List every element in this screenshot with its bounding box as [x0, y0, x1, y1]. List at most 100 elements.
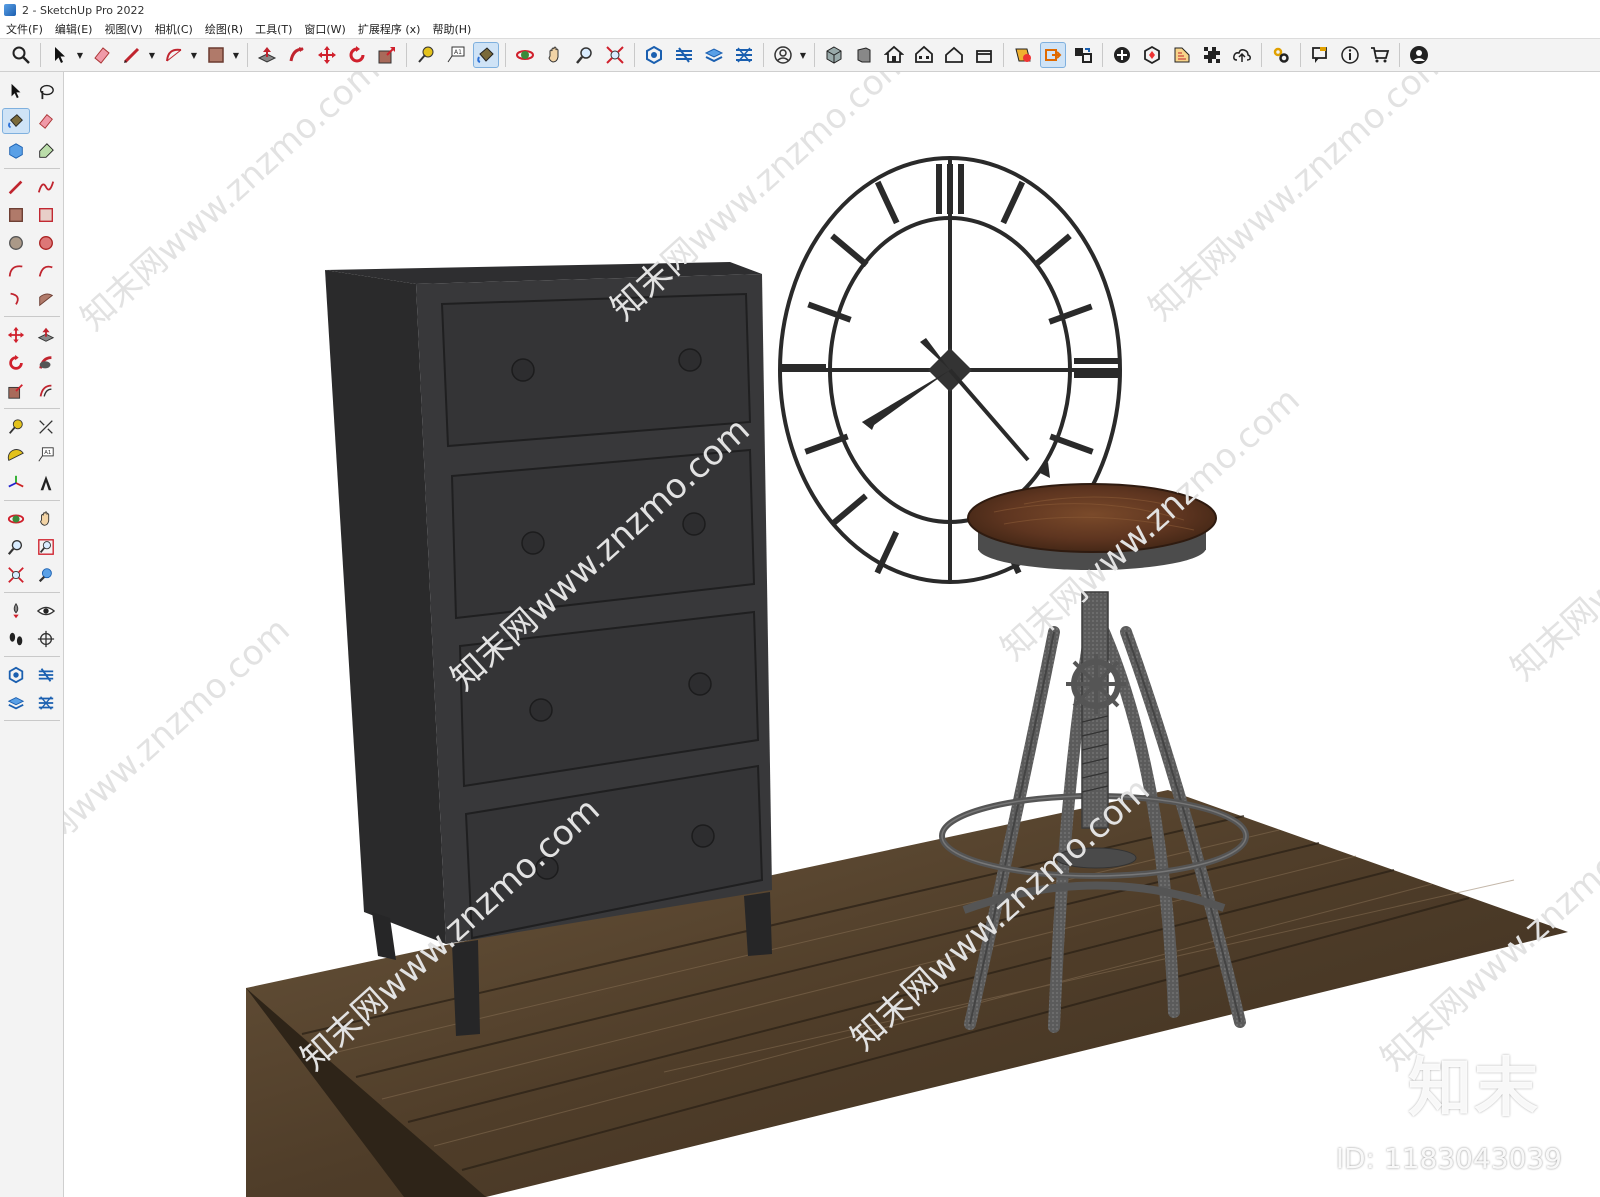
dimension-icon[interactable] [32, 414, 60, 440]
paint-bucket-icon[interactable] [473, 42, 499, 68]
eraser-icon[interactable] [89, 42, 115, 68]
settings-gears-icon[interactable] [1268, 42, 1294, 68]
zoom-extents-icon[interactable] [602, 42, 628, 68]
lasso-select-icon[interactable] [32, 78, 60, 104]
pie-icon[interactable] [32, 286, 60, 312]
section-plane-icon[interactable] [1010, 42, 1036, 68]
component-replace-icon[interactable] [1070, 42, 1096, 68]
look-around-eye-icon[interactable] [32, 598, 60, 624]
line-icon[interactable] [2, 174, 30, 200]
3d-warehouse-icon[interactable] [641, 42, 667, 68]
profile-icon[interactable] [1406, 42, 1432, 68]
orbit-icon[interactable] [512, 42, 538, 68]
text-label-icon[interactable]: A1 [32, 442, 60, 468]
layout-icon[interactable] [701, 42, 727, 68]
dresser-drawer[interactable] [440, 292, 752, 448]
component-icon[interactable] [1040, 42, 1066, 68]
menu-help[interactable]: 帮助(H) [426, 21, 477, 37]
zoom-window-icon[interactable] [32, 534, 60, 560]
scale-icon[interactable] [374, 42, 400, 68]
arc-icon[interactable] [2, 258, 30, 284]
menu-camera[interactable]: 相机(C) [149, 21, 199, 37]
polygon-icon[interactable] [32, 230, 60, 256]
comment-icon[interactable] [1307, 42, 1333, 68]
tape-measure-icon[interactable] [413, 42, 439, 68]
move-icon[interactable] [314, 42, 340, 68]
rotated-rectangle-icon[interactable] [32, 202, 60, 228]
zoom-icon[interactable] [2, 534, 30, 560]
tag-icon[interactable] [32, 138, 60, 164]
account-icon[interactable] [770, 42, 796, 68]
extension-warehouse-icon[interactable] [32, 662, 60, 688]
menu-draw[interactable]: 绘图(R) [199, 21, 249, 37]
axes-icon[interactable] [2, 470, 30, 496]
three-point-arc-icon[interactable] [2, 286, 30, 312]
classifier-icon[interactable] [1139, 42, 1165, 68]
left-view-icon[interactable] [941, 42, 967, 68]
protractor-icon[interactable] [2, 442, 30, 468]
circle-icon[interactable] [2, 230, 30, 256]
front-view-icon[interactable] [851, 42, 877, 68]
menu-tools[interactable]: 工具(T) [249, 21, 298, 37]
scene-canvas[interactable]: 知末网www.znzmo.com 知末网www.znzmo.com 知末网www… [64, 72, 1600, 1197]
sandbox-icon[interactable] [1199, 42, 1225, 68]
menu-edit[interactable]: 编辑(E) [49, 21, 99, 37]
menu-extensions[interactable]: 扩展程序 (x) [352, 21, 427, 37]
select-arrow-icon[interactable] [47, 42, 73, 68]
make-component-icon[interactable] [2, 138, 30, 164]
search-icon[interactable] [8, 42, 34, 68]
3d-warehouse-icon[interactable] [2, 662, 30, 688]
rectangle-icon[interactable] [2, 202, 30, 228]
zoom-icon[interactable] [572, 42, 598, 68]
style-builder-icon[interactable] [32, 690, 60, 716]
freehand-icon[interactable] [32, 174, 60, 200]
upload-cloud-icon[interactable] [1229, 42, 1255, 68]
text-label-icon[interactable]: A1 [443, 42, 469, 68]
push-pull-icon[interactable] [32, 322, 60, 348]
menu-file[interactable]: 文件(F) [0, 21, 49, 37]
arc-dropdown-icon[interactable]: ▼ [189, 42, 199, 68]
push-pull-icon[interactable] [254, 42, 280, 68]
select-arrow-icon[interactable] [2, 78, 30, 104]
pan-hand-icon[interactable] [32, 506, 60, 532]
solid-tools-icon[interactable] [1169, 42, 1195, 68]
eraser-icon[interactable] [32, 108, 60, 134]
layout-icon[interactable] [2, 690, 30, 716]
shape-dropdown-icon[interactable]: ▼ [231, 42, 241, 68]
arc-icon[interactable] [161, 42, 187, 68]
add-icon[interactable] [1109, 42, 1135, 68]
cart-icon[interactable] [1367, 42, 1393, 68]
menu-view[interactable]: 视图(V) [98, 21, 148, 37]
scale-icon[interactable] [2, 378, 30, 404]
previous-view-icon[interactable] [32, 562, 60, 588]
offset-icon[interactable] [32, 378, 60, 404]
menu-window[interactable]: 窗口(W) [298, 21, 351, 37]
pencil-dropdown-icon[interactable]: ▼ [147, 42, 157, 68]
tape-measure-icon[interactable] [2, 414, 30, 440]
info-icon[interactable] [1337, 42, 1363, 68]
top-view-icon[interactable] [881, 42, 907, 68]
rectangle-icon[interactable] [203, 42, 229, 68]
rotate-icon[interactable] [344, 42, 370, 68]
walk-footprints-icon[interactable] [2, 626, 30, 652]
zoom-extents-icon[interactable] [2, 562, 30, 588]
extension-warehouse-icon[interactable] [671, 42, 697, 68]
follow-me-icon[interactable] [32, 350, 60, 376]
follow-me-icon[interactable] [284, 42, 310, 68]
position-camera-icon[interactable] [2, 598, 30, 624]
rotate-icon[interactable] [2, 350, 30, 376]
two-point-arc-icon[interactable] [32, 258, 60, 284]
paint-bucket-icon[interactable] [2, 108, 30, 134]
section-plane-icon[interactable] [32, 626, 60, 652]
iso-view-icon[interactable] [821, 42, 847, 68]
style-builder-icon[interactable] [731, 42, 757, 68]
move-icon[interactable] [2, 322, 30, 348]
right-view-icon[interactable] [971, 42, 997, 68]
model-viewport[interactable]: 知末网www.znzmo.com 知末网www.znzmo.com 知末网www… [64, 72, 1600, 1197]
3d-text-icon[interactable] [32, 470, 60, 496]
orbit-icon[interactable] [2, 506, 30, 532]
pencil-icon[interactable] [119, 42, 145, 68]
select-dropdown-icon[interactable]: ▼ [75, 42, 85, 68]
account-dropdown-icon[interactable]: ▼ [798, 42, 808, 68]
pan-hand-icon[interactable] [542, 42, 568, 68]
